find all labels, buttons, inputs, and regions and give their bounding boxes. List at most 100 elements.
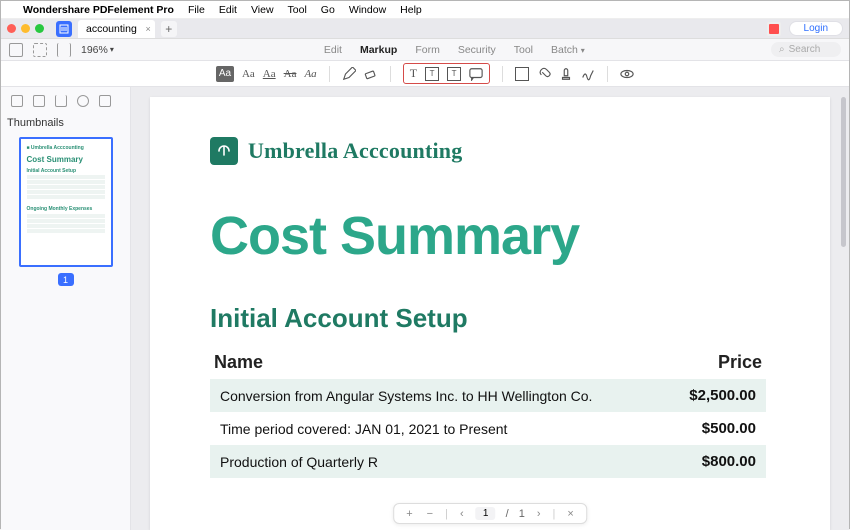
prev-page-icon[interactable]: ‹ — [458, 508, 466, 520]
separator — [502, 66, 503, 82]
mode-security[interactable]: Security — [458, 44, 496, 56]
mac-menubar: Wondershare PDFelement Pro File Edit Vie… — [1, 1, 849, 19]
zoom-in-icon[interactable]: + — [404, 508, 414, 520]
search-icon: ⌕ — [779, 44, 785, 55]
page-number-input[interactable] — [476, 507, 496, 520]
bookmarks-panel-icon[interactable] — [33, 95, 45, 107]
table-row: Conversion from Angular Systems Inc. to … — [210, 379, 766, 412]
bookmark-icon[interactable] — [55, 95, 67, 107]
document-tab-label: accounting — [86, 23, 137, 35]
multi-page-icon[interactable] — [33, 43, 47, 57]
mode-markup[interactable]: Markup — [360, 44, 397, 56]
markup-toolbar: Aa Aa Aa Aa Aa T T T — [1, 61, 849, 87]
search-placeholder: Search — [789, 44, 821, 55]
text-tool-icon[interactable]: T — [410, 66, 417, 81]
menu-view[interactable]: View — [251, 4, 274, 16]
callout-tool-icon[interactable]: T — [447, 67, 461, 81]
close-tab-icon[interactable]: × — [146, 24, 151, 34]
mode-edit[interactable]: Edit — [324, 44, 342, 56]
mode-form[interactable]: Form — [415, 44, 440, 56]
document-page: Umbrella Acccounting Cost Summary Initia… — [150, 97, 830, 530]
textbox-tool-icon[interactable]: T — [425, 67, 439, 81]
zoom-value: 196% — [81, 44, 108, 56]
gift-icon[interactable] — [767, 22, 781, 36]
underline-icon[interactable]: Aa — [263, 68, 276, 80]
window-controls — [7, 24, 44, 33]
panel-title: Thumbnails — [7, 117, 124, 129]
thumbnails-panel-icon[interactable] — [11, 95, 23, 107]
table-row: Time period covered: JAN 01, 2021 to Pre… — [210, 412, 766, 445]
text-annotation-group: T T T — [403, 63, 490, 84]
window-minimize-icon[interactable] — [21, 24, 30, 33]
page-sep: / — [506, 508, 509, 520]
page-number-badge[interactable]: 1 — [58, 273, 74, 286]
italic-style-icon[interactable]: Aa — [304, 68, 316, 80]
zoom-out-icon[interactable]: − — [425, 508, 435, 520]
login-button[interactable]: Login — [789, 21, 843, 36]
menu-go[interactable]: Go — [321, 4, 335, 16]
menu-tool[interactable]: Tool — [288, 4, 307, 16]
thumbnails-panel: Thumbnails ■ Umbrella Acccounting Cost S… — [1, 87, 131, 530]
menu-window[interactable]: Window — [349, 4, 386, 16]
eraser-icon[interactable] — [364, 67, 378, 81]
comments-panel-icon[interactable] — [77, 95, 89, 107]
facing-page-icon[interactable] — [57, 43, 71, 57]
separator — [607, 66, 608, 82]
brand-logo-icon — [210, 137, 238, 165]
font-style-1-icon[interactable]: Aa — [242, 68, 255, 80]
strikethrough-icon[interactable]: Aa — [284, 68, 297, 80]
mode-tabs: Edit Markup Form Security Tool Batch ▾ — [324, 44, 585, 56]
cell-name: Conversion from Angular Systems Inc. to … — [220, 388, 592, 404]
panel-switcher — [7, 93, 124, 113]
mode-tool[interactable]: Tool — [514, 44, 533, 56]
signature-icon[interactable] — [581, 67, 595, 81]
stamp-icon[interactable] — [559, 67, 573, 81]
col-price: Price — [718, 352, 762, 373]
menu-help[interactable]: Help — [400, 4, 422, 16]
document-tab[interactable]: accounting × — [78, 20, 155, 38]
attachments-panel-icon[interactable] — [99, 95, 111, 107]
window-close-icon[interactable] — [7, 24, 16, 33]
eye-icon[interactable] — [620, 67, 634, 81]
search-input[interactable]: ⌕ Search — [771, 42, 841, 57]
table-header: Name Price — [210, 352, 766, 379]
cell-name: Production of Quarterly R — [220, 454, 378, 470]
view-toolbar: 196% ▾ Edit Markup Form Security Tool Ba… — [1, 39, 849, 61]
mode-batch[interactable]: Batch ▾ — [551, 44, 585, 56]
table-row: Production of Quarterly R $800.00 — [210, 445, 766, 478]
window-maximize-icon[interactable] — [35, 24, 44, 33]
cell-name: Time period covered: JAN 01, 2021 to Pre… — [220, 421, 507, 437]
rectangle-tool-icon[interactable] — [515, 67, 529, 81]
note-tool-icon[interactable] — [469, 67, 483, 81]
col-name: Name — [214, 352, 263, 373]
section-heading: Initial Account Setup — [210, 303, 766, 334]
chevron-down-icon: ▾ — [110, 45, 114, 54]
zoom-control[interactable]: 196% ▾ — [81, 44, 114, 56]
app-name[interactable]: Wondershare PDFelement Pro — [23, 4, 174, 16]
cell-price: $500.00 — [702, 420, 756, 437]
vertical-scrollbar[interactable] — [841, 97, 846, 247]
attachment-icon[interactable] — [537, 67, 551, 81]
cell-price: $800.00 — [702, 453, 756, 470]
separator: | — [445, 508, 448, 520]
page-thumbnail[interactable]: ■ Umbrella Acccounting Cost Summary Init… — [19, 137, 113, 267]
app-logo-icon[interactable] — [56, 21, 72, 37]
separator — [390, 66, 391, 82]
menu-file[interactable]: File — [188, 4, 205, 16]
single-page-icon[interactable] — [9, 43, 23, 57]
close-navigator-icon[interactable]: × — [565, 508, 575, 520]
workspace: Thumbnails ■ Umbrella Acccounting Cost S… — [1, 87, 849, 530]
highlight-tool-icon[interactable]: Aa — [216, 66, 234, 82]
page-navigator[interactable]: + − | ‹ / 1 › | × — [393, 503, 587, 524]
next-page-icon[interactable]: › — [535, 508, 543, 520]
cell-price: $2,500.00 — [689, 387, 756, 404]
document-title: Cost Summary — [210, 205, 766, 267]
separator: | — [552, 508, 555, 520]
separator — [329, 66, 330, 82]
pencil-icon[interactable] — [342, 67, 356, 81]
page-total: 1 — [519, 508, 525, 520]
menu-edit[interactable]: Edit — [219, 4, 237, 16]
brand-row: Umbrella Acccounting — [210, 137, 766, 165]
new-tab-button[interactable]: + — [161, 21, 177, 37]
document-canvas[interactable]: Umbrella Acccounting Cost Summary Initia… — [131, 87, 849, 530]
